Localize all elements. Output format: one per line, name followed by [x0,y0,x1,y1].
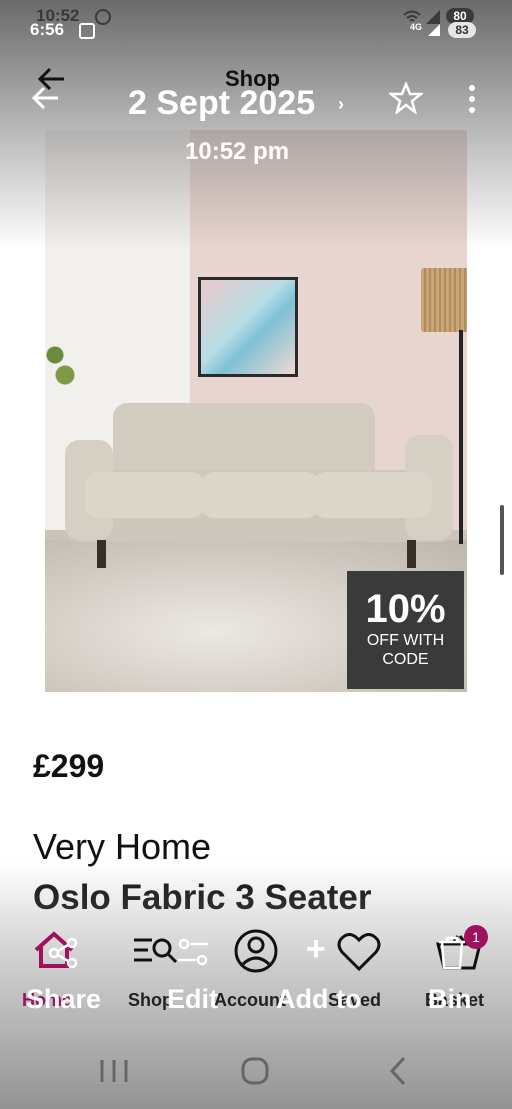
edit-sliders-icon[interactable] [176,936,210,968]
whatsapp-icon [95,9,111,25]
screenshot-icon [79,23,95,39]
back-button-icon[interactable] [388,1056,408,1086]
account-icon[interactable] [233,928,279,974]
heart-icon[interactable] [336,930,382,972]
scroll-indicator [500,505,504,575]
product-price: £299 [33,748,105,784]
plant-illustration [45,335,75,395]
product-brand: Very Home [33,826,212,867]
promo-line1: OFF WITH [366,632,445,649]
chevron-right-icon: › [338,94,344,114]
sofa-leg [407,540,416,568]
add-to-label[interactable]: Add to [276,984,361,1015]
shop-search-icon[interactable] [132,934,178,968]
system-navigation-bar [0,1040,512,1109]
share-icon[interactable] [46,936,80,970]
bin-label[interactable]: Bin [428,984,472,1015]
sofa-leg [97,540,106,568]
recent-apps-icon[interactable] [98,1058,130,1084]
share-label[interactable]: Share [26,984,101,1015]
basket-count-badge: 1 [464,925,488,949]
home-button-icon[interactable] [240,1056,270,1086]
star-icon[interactable] [389,82,423,114]
add-plus-icon[interactable]: + [306,930,326,969]
promo-line2: CODE [382,651,429,668]
promo-badge: 10% OFF WITH CODE [347,571,464,689]
product-name: Oslo Fabric 3 Seater [33,878,372,917]
wall-art [198,277,298,377]
more-menu-icon[interactable] [466,84,478,114]
gallery-time: 10:52 pm [185,138,290,165]
sofa-cushion [312,472,432,518]
lamp-shade [421,268,467,332]
status-time: 6:56 [30,20,65,39]
sofa-cushion [85,472,205,518]
battery-level: 83 [448,22,476,38]
bin-icon[interactable] [437,936,467,970]
network-label: 4G [410,22,423,32]
signal-icon-2 [428,24,440,36]
product-image[interactable]: 10% OFF WITH CODE [45,130,467,692]
promo-percent: 10% [365,587,446,631]
edit-label[interactable]: Edit [167,984,218,1015]
gallery-date[interactable]: 2 Sept 2025 [128,84,315,123]
gallery-back-icon[interactable] [30,84,60,112]
lamp-pole [459,330,463,544]
sofa-cushion [200,472,320,518]
